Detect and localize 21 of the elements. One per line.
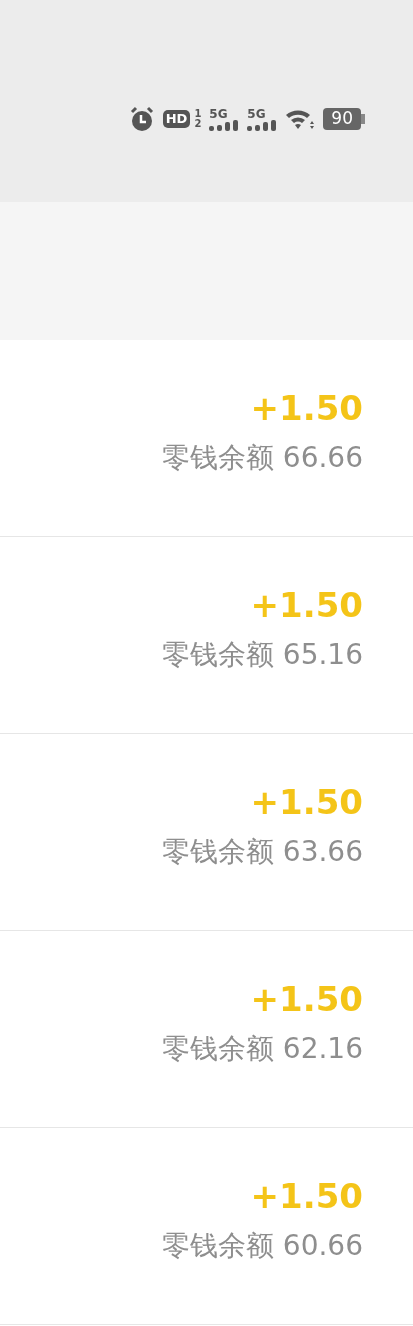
amount-text: +1.50: [250, 784, 363, 822]
balance-text: 零钱余额 66.66: [161, 443, 363, 475]
sim-label: 2: [194, 119, 202, 129]
network-label: 5G: [247, 107, 267, 120]
battery-level: 90: [323, 108, 361, 130]
alarm-icon: [128, 106, 155, 132]
hd-label: HD: [162, 110, 191, 128]
signal-icon: [247, 119, 278, 131]
amount-text: +1.50: [250, 390, 363, 428]
network-label: 5G: [209, 107, 229, 120]
amount-text: +1.50: [250, 1178, 363, 1216]
amount-text: +1.50: [250, 981, 363, 1019]
battery-tip-icon: [361, 114, 365, 124]
sim-label: 1: [194, 109, 202, 119]
signal-icon: [209, 119, 240, 131]
balance-text: 零钱余额 65.16: [161, 640, 363, 672]
wifi-icon: [285, 107, 316, 131]
amount-text: +1.50: [250, 587, 363, 625]
balance-text: 零钱余额 62.16: [161, 1034, 363, 1066]
balance-text: 零钱余额 63.66: [161, 837, 363, 869]
balance-text: 零钱余额 60.66: [161, 1231, 363, 1263]
